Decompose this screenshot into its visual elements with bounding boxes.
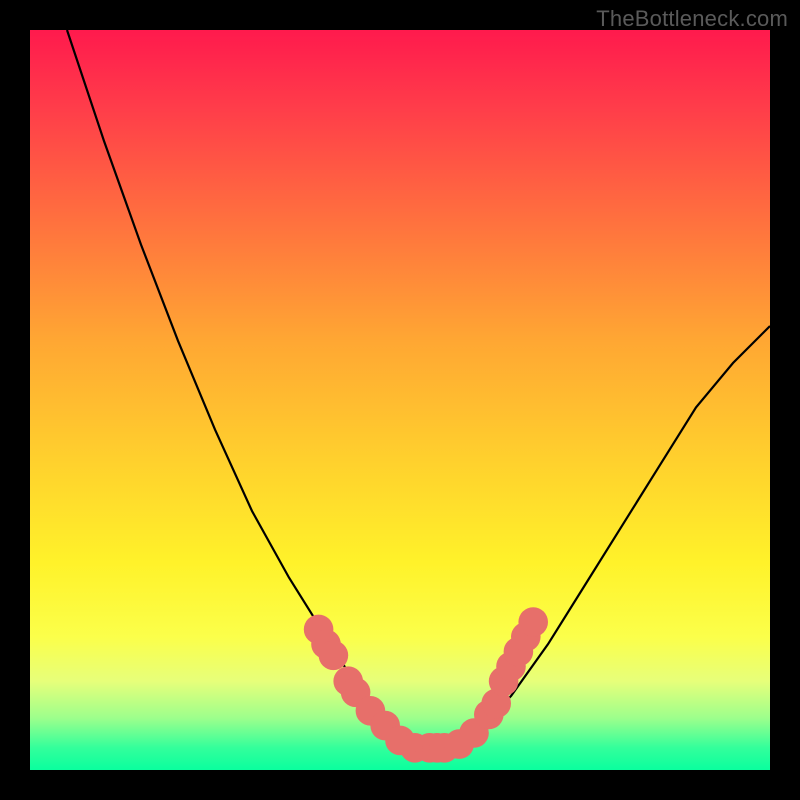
highlight-dot <box>518 607 548 637</box>
chart-area <box>30 30 770 770</box>
highlight-dot <box>319 641 349 671</box>
highlight-markers <box>304 607 548 762</box>
watermark-label: TheBottleneck.com <box>596 6 788 32</box>
bottleneck-curve-chart <box>30 30 770 770</box>
curve-line <box>67 30 770 748</box>
